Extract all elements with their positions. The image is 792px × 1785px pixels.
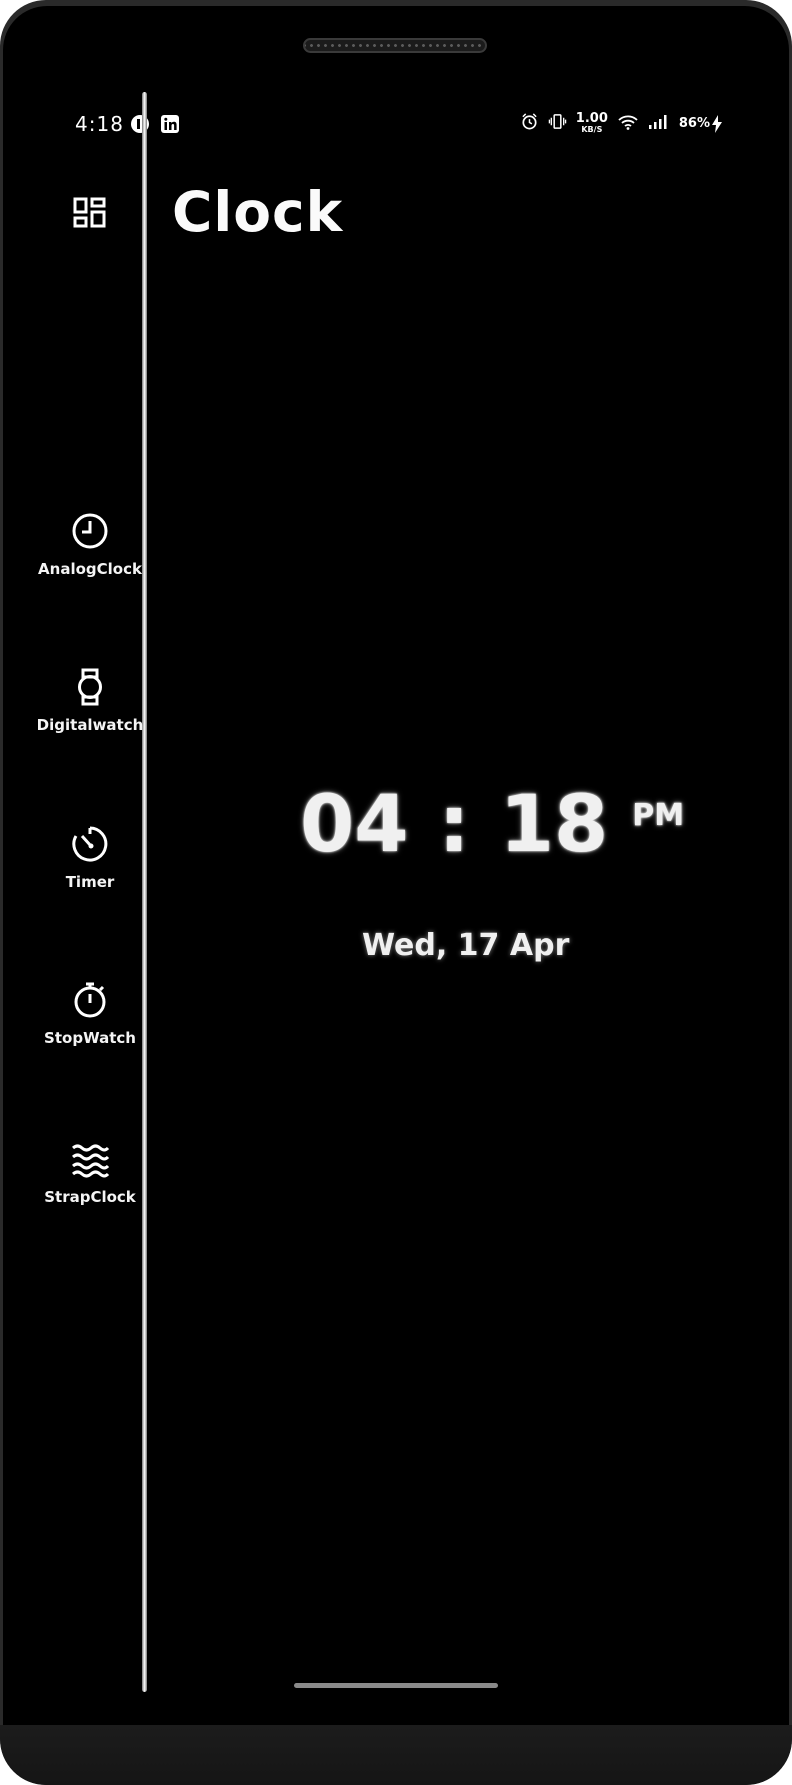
clock-date: Wed, 17 Apr — [362, 928, 570, 963]
vibrate-icon — [548, 112, 567, 135]
wifi-icon — [617, 113, 639, 135]
clock-ampm: PM — [632, 798, 685, 833]
linkedin-icon — [160, 114, 180, 134]
watch-icon — [78, 668, 102, 706]
signal-icon — [648, 114, 670, 134]
phone-chin — [0, 1725, 792, 1785]
nav-item-digitalwatch[interactable]: Digitalwatch — [30, 668, 150, 734]
app-circle-icon — [130, 114, 150, 134]
navigation-rail-divider — [142, 92, 147, 1692]
speaker-grille — [303, 38, 487, 53]
status-time: 4:18 — [75, 112, 124, 136]
clock-separator: : — [438, 780, 470, 870]
home-indicator[interactable] — [294, 1683, 498, 1688]
nav-item-stopwatch[interactable]: StopWatch — [30, 981, 150, 1047]
net-speed-unit: KB/S — [581, 124, 603, 134]
analog-clock-icon — [72, 513, 108, 549]
status-right-group: 1.00 KB/S 86% — [520, 112, 722, 135]
nav-label-analogclock: AnalogClock — [38, 560, 142, 578]
stopwatch-icon — [74, 982, 106, 1018]
battery-indicator: 86% — [678, 114, 722, 133]
net-speed: 1.00 KB/S — [575, 110, 608, 135]
clock-hours: 04 — [300, 780, 409, 870]
page-title: Clock — [172, 180, 344, 244]
nav-item-strapclock[interactable]: StrapClock — [30, 1140, 150, 1206]
clock-minutes: 18 — [499, 780, 609, 870]
timer-icon — [72, 826, 108, 862]
nav-item-timer[interactable]: Timer — [30, 825, 150, 891]
nav-label-digitalwatch: Digitalwatch — [36, 716, 144, 734]
nav-label-timer: Timer — [65, 873, 115, 891]
nav-item-analogclock[interactable]: AnalogClock — [30, 512, 150, 578]
net-speed-value: 1.00 — [575, 110, 608, 126]
digital-clock: 04 : 18 PM — [300, 780, 684, 870]
alarm-icon — [520, 112, 539, 135]
charging-icon — [712, 114, 722, 133]
nav-label-stopwatch: StopWatch — [44, 1029, 136, 1047]
nav-label-strapclock: StrapClock — [44, 1188, 136, 1206]
phone-frame: 4:18 1.00 KB/S 86% AnalogClock Digitalwa… — [0, 0, 792, 1785]
battery-percent: 86% — [678, 116, 710, 131]
dashboard-icon[interactable] — [72, 196, 108, 232]
waves-icon — [72, 1144, 109, 1178]
